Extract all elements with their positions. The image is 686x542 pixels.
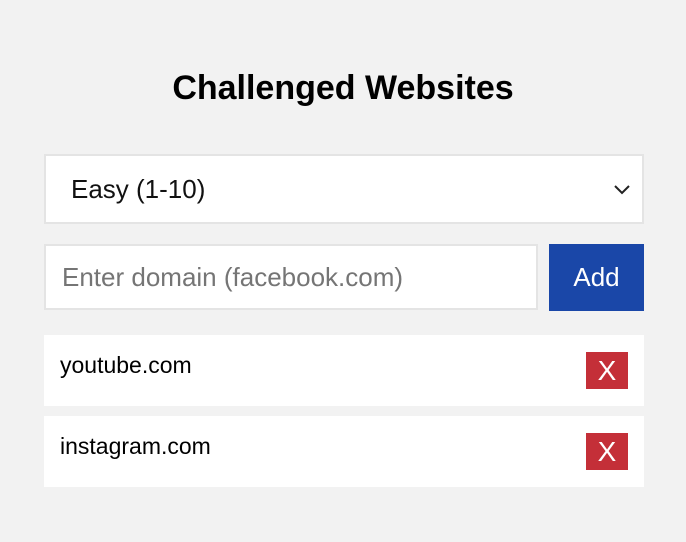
difficulty-select[interactable]: Easy (1-10) (44, 154, 644, 224)
site-domain: instagram.com (60, 433, 211, 459)
list-item: instagram.com X (44, 416, 644, 487)
remove-button[interactable]: X (586, 433, 628, 470)
list-item: youtube.com X (44, 335, 644, 406)
remove-button[interactable]: X (586, 352, 628, 389)
page-title: Challenged Websites (172, 69, 514, 107)
site-domain: youtube.com (60, 352, 192, 378)
site-list: youtube.com X instagram.com X (44, 335, 644, 497)
chevron-down-icon (614, 185, 630, 195)
add-button[interactable]: Add (549, 244, 644, 311)
difficulty-selected-value: Easy (1-10) (71, 174, 206, 204)
domain-input[interactable] (44, 244, 538, 310)
